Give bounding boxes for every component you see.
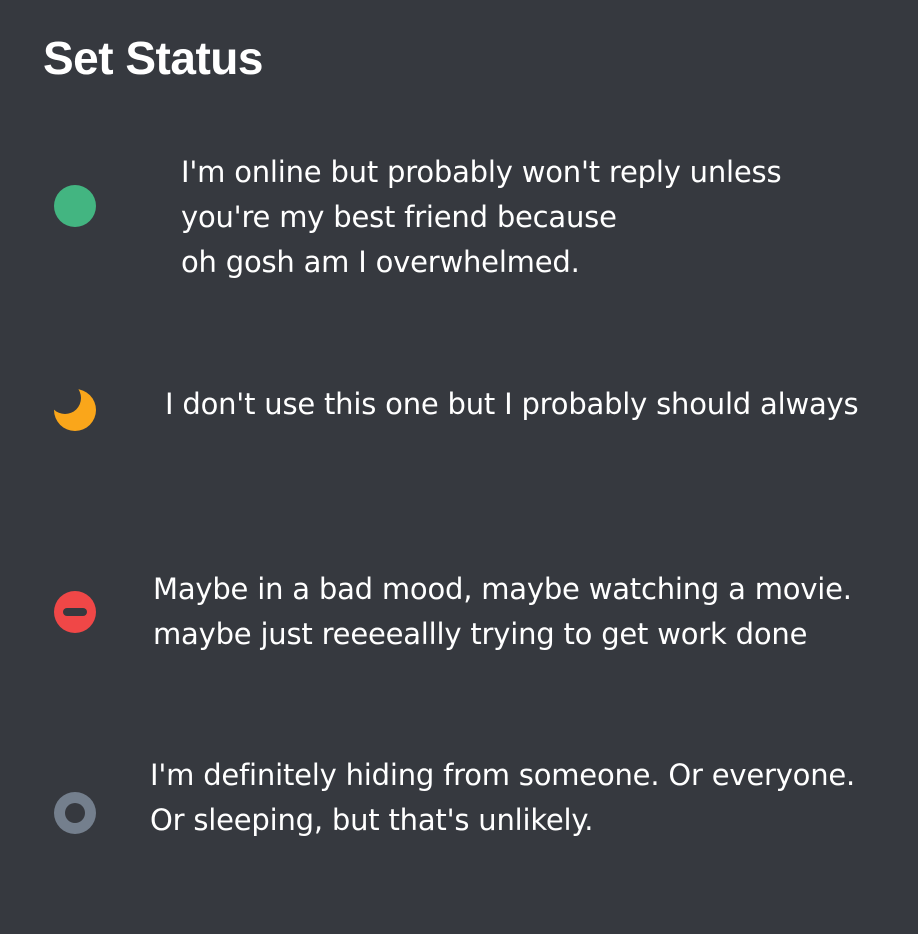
- status-description-line: I don't use this one but I probably shou…: [165, 387, 859, 421]
- status-description-idle: I don't use this one but I probably shou…: [165, 382, 859, 427]
- status-description-line: maybe just reeeeallly trying to get work…: [153, 617, 808, 651]
- invisible-status-icon: [54, 792, 96, 834]
- status-description-line: Maybe in a bad mood, maybe watching a mo…: [153, 572, 852, 606]
- page-title: Set Status: [43, 32, 263, 84]
- status-option-idle[interactable]: I don't use this one but I probably shou…: [0, 382, 918, 442]
- status-option-online[interactable]: I'm online but probably won't reply unle…: [0, 150, 918, 290]
- status-description-line: Or sleeping, but that's unlikely.: [150, 803, 594, 837]
- status-description-dnd: Maybe in a bad mood, maybe watching a mo…: [153, 567, 852, 657]
- status-description-invisible: I'm definitely hiding from someone. Or e…: [150, 753, 855, 843]
- status-description-online: I'm online but probably won't reply unle…: [181, 150, 782, 285]
- status-option-dnd[interactable]: Maybe in a bad mood, maybe watching a mo…: [0, 567, 918, 662]
- status-option-invisible[interactable]: I'm definitely hiding from someone. Or e…: [0, 753, 918, 848]
- status-description-line: oh gosh am I overwhelmed.: [181, 245, 580, 279]
- idle-moon-icon: [54, 389, 96, 431]
- online-status-icon: [54, 185, 96, 227]
- status-description-line: I'm online but probably won't reply unle…: [181, 155, 782, 189]
- do-not-disturb-icon: [54, 591, 96, 633]
- status-description-line: I'm definitely hiding from someone. Or e…: [150, 758, 856, 792]
- status-description-line: you're my best friend because: [181, 200, 617, 234]
